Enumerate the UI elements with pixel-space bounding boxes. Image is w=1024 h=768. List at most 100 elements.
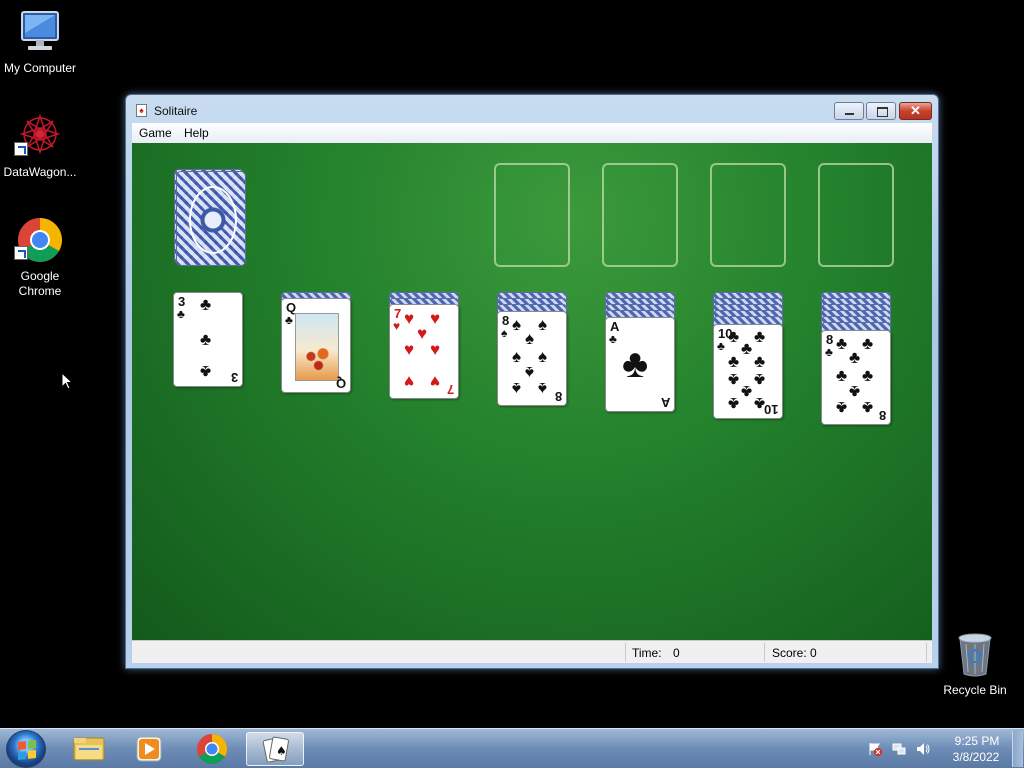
recycle-bin-icon [958, 633, 992, 677]
status-divider [764, 643, 765, 662]
card-pip: ♠ [525, 329, 535, 348]
tableau-card[interactable]: 8 ♣ ♣ ♣ ♣ ♣ ♣ ♣ ♣ ♣ 8 [821, 330, 891, 425]
foundation-slot[interactable] [494, 163, 570, 267]
computer-icon [21, 11, 59, 50]
card-pip: ♣ [200, 362, 212, 381]
window-titlebar[interactable]: ♠ Solitaire ✕ [126, 95, 938, 123]
volume-icon[interactable] [916, 742, 930, 756]
desktop-icon-label: Google Chrome [18, 269, 62, 298]
card-pip: ♠ [512, 315, 522, 334]
card-pip: ♣ [200, 295, 212, 314]
taskbar: ♠ 9:25 PM 3/8/2022 [0, 728, 1024, 768]
card-pip: ♠ [538, 347, 548, 366]
start-button[interactable] [6, 730, 46, 768]
media-player-icon [136, 736, 162, 762]
queen-artwork [295, 313, 339, 381]
time-value: 0 [673, 646, 680, 660]
card-suit-icon: ♠ [501, 326, 508, 340]
card-pip: ♠ [538, 379, 548, 398]
desktop-icon-label: My Computer [3, 61, 77, 75]
card-pip: ♥ [430, 340, 441, 359]
solitaire-icon: ♠ [262, 736, 289, 763]
card-pip: ♣ [622, 342, 649, 386]
show-desktop-button[interactable] [1012, 731, 1023, 767]
desktop-icon-recycle-bin[interactable]: Recycle Bin [935, 632, 1015, 698]
desktop-icon-label: Recycle Bin [943, 683, 1007, 697]
network-icon[interactable] [892, 742, 906, 756]
action-center-flag-icon[interactable] [868, 742, 882, 756]
card-pip: ♥ [417, 324, 428, 343]
tableau-card[interactable]: 8 ♠ ♠ ♠ ♠ ♠ ♠ ♠ ♠ ♠ 8 [497, 311, 567, 406]
game-table: 3 ♣ ♣ ♣ ♣ 3 Q ♣ Q 7 ♥ ♥ ♥ ♥ ♥ ♥ ♥ ♥ 7 8 … [132, 143, 932, 640]
minimize-button[interactable] [834, 102, 864, 120]
close-button[interactable]: ✕ [899, 102, 932, 120]
card-pip: ♣ [862, 334, 874, 353]
card-suit-icon: ♣ [609, 332, 617, 346]
card-rank: 8 [554, 389, 562, 404]
card-pip: ♣ [741, 339, 753, 358]
card-suit-icon: ♥ [393, 319, 401, 333]
clock-date[interactable]: 3/8/2022 [946, 750, 1006, 764]
card-rank: 7 [446, 382, 454, 397]
taskbar-item-chrome[interactable] [183, 732, 241, 766]
card-pip: ♣ [862, 366, 874, 385]
menu-help[interactable]: Help [184, 126, 209, 140]
card-pip: ♣ [728, 352, 740, 371]
card-pip: ♥ [404, 372, 415, 391]
chrome-icon [197, 734, 228, 765]
card-pip: ♣ [836, 398, 848, 417]
card-pip: ♠ [512, 379, 522, 398]
card-pip: ♣ [849, 348, 861, 367]
stock-pile-top-card[interactable] [176, 171, 246, 266]
card-pip: ♥ [430, 372, 441, 391]
windows-logo-icon [18, 740, 36, 760]
card-pip: ♣ [754, 352, 766, 371]
card-pip: ♣ [200, 330, 212, 349]
shortcut-arrow-icon [14, 246, 28, 260]
shortcut-arrow-icon [14, 142, 28, 156]
card-pip: ♣ [849, 382, 861, 401]
desktop-icon-google-chrome[interactable]: Google Chrome [0, 216, 80, 299]
menu-game[interactable]: Game [139, 126, 172, 140]
tableau-card[interactable]: 10 ♣ ♣ ♣ ♣ ♣ ♣ ♣ ♣ ♣ ♣ ♣ 10 [713, 324, 783, 419]
clock-time[interactable]: 9:25 PM [952, 734, 1002, 748]
card-pip: ♣ [754, 370, 766, 389]
card-rank: 8 [878, 408, 886, 423]
foundation-slot[interactable] [602, 163, 678, 267]
tableau-card[interactable]: Q ♣ Q [281, 298, 351, 393]
card-pip: ♠ [512, 347, 522, 366]
taskbar-item-explorer[interactable] [60, 732, 118, 766]
tableau-card[interactable]: 7 ♥ ♥ ♥ ♥ ♥ ♥ ♥ ♥ 7 [389, 304, 459, 399]
card-rank: 3 [230, 370, 238, 385]
close-icon: ✕ [910, 103, 921, 118]
card-pip: ♣ [741, 382, 753, 401]
card-pip: ♣ [728, 370, 740, 389]
taskbar-item-solitaire[interactable]: ♠ [246, 732, 304, 766]
score-label: Score: 0 [772, 646, 817, 660]
tableau-card[interactable]: A ♣ ♣ A [605, 317, 675, 412]
card-rank: A [660, 395, 670, 410]
solitaire-window: ♠ Solitaire ✕ Game Help 3 ♣ ♣ ♣ ♣ 3 Q ♣ … [125, 94, 939, 669]
mouse-cursor-icon [61, 372, 73, 390]
desktop-icon-label: DataWagon... [3, 165, 77, 179]
solitaire-app-icon: ♠ [136, 104, 147, 117]
desktop-icon-datawagon[interactable]: DataWagon... [0, 112, 80, 180]
card-rank: Q [335, 376, 346, 391]
card-pip: ♠ [538, 315, 548, 334]
status-divider [625, 643, 626, 662]
foundation-slot[interactable] [710, 163, 786, 267]
time-label: Time: [632, 646, 662, 660]
card-pip: ♣ [862, 398, 874, 417]
card-pip: ♣ [728, 327, 740, 346]
menu-bar: Game Help [132, 123, 932, 143]
card-pip: ♣ [836, 366, 848, 385]
svg-text:♠: ♠ [276, 744, 287, 758]
tableau-card[interactable]: 3 ♣ ♣ ♣ ♣ 3 [173, 292, 243, 387]
status-bar: Time: 0 Score: 0 [132, 640, 932, 663]
maximize-button[interactable] [866, 102, 896, 120]
foundation-slot[interactable] [818, 163, 894, 267]
card-pip: ♥ [404, 309, 415, 328]
card-pip: ♥ [430, 309, 441, 328]
desktop-icon-my-computer[interactable]: My Computer [0, 8, 80, 76]
taskbar-item-media-player[interactable] [120, 732, 178, 766]
